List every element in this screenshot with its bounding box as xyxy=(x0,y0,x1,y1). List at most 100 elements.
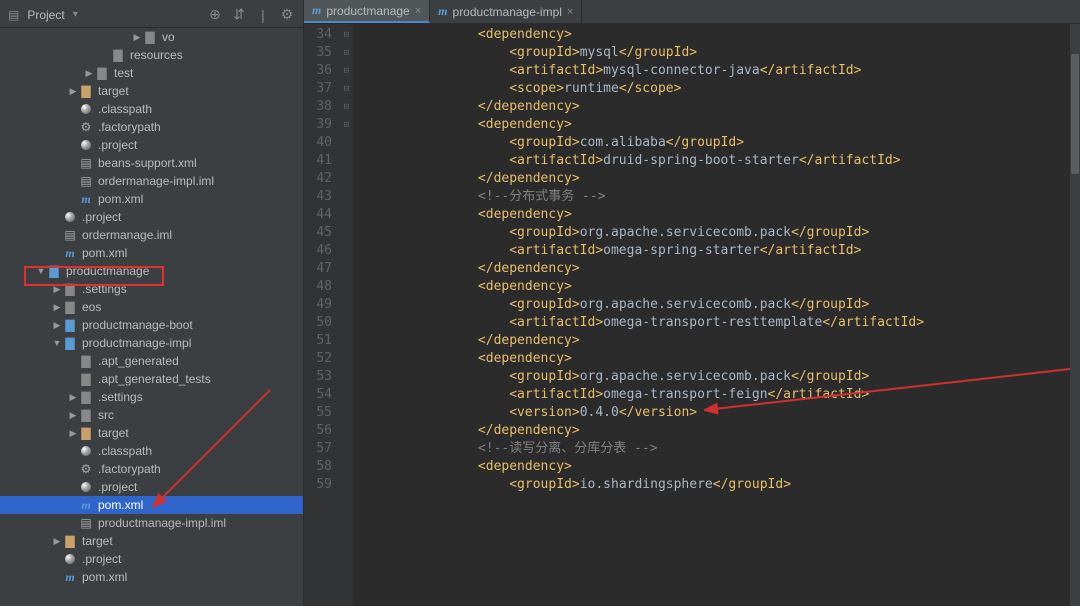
tree-label: .project xyxy=(82,552,121,566)
tree-arrow[interactable]: ▶ xyxy=(52,284,62,295)
tree-item-pom-xml[interactable]: mpom.xml xyxy=(0,190,303,208)
tree-label: .project xyxy=(82,210,121,224)
tree-icon: m xyxy=(62,570,78,585)
tree-item-pom-xml[interactable]: mpom.xml xyxy=(0,568,303,586)
tree-item--classpath[interactable]: .classpath xyxy=(0,100,303,118)
tree-item--classpath[interactable]: .classpath xyxy=(0,442,303,460)
folder-icon: ▤ xyxy=(8,8,19,22)
tree-arrow[interactable]: ▶ xyxy=(52,320,62,331)
tree-arrow[interactable]: ▶ xyxy=(68,410,78,421)
tree-icon: ▇ xyxy=(62,300,78,314)
code-editor[interactable]: 3435363738394041424344454647484950515253… xyxy=(304,24,1080,606)
tree-label: ordermanage-impl.iml xyxy=(98,174,214,188)
tree-item-eos[interactable]: ▶▇eos xyxy=(0,298,303,316)
tree-icon: m xyxy=(62,246,78,261)
tree-item-test[interactable]: ▶▇test xyxy=(0,64,303,82)
code-content[interactable]: <dependency> <groupId>mysql</groupId> <a… xyxy=(354,24,1080,606)
tree-label: target xyxy=(98,426,129,440)
tree-label: target xyxy=(82,534,113,548)
tree-item--factorypath[interactable]: ⚙.factorypath xyxy=(0,460,303,478)
editor-tab-productmanage[interactable]: mproductmanage× xyxy=(304,0,430,23)
tree-item-target[interactable]: ▶▇ target xyxy=(0,532,303,550)
tree-item--project[interactable]: .project xyxy=(0,136,303,154)
tree-arrow[interactable]: ▶ xyxy=(68,86,78,97)
tree-icon: ▇ xyxy=(78,354,94,368)
tree-item--project[interactable]: .project xyxy=(0,478,303,496)
tree-item-target[interactable]: ▶▇target xyxy=(0,82,303,100)
tree-item--settings[interactable]: ▶▇.settings xyxy=(0,280,303,298)
chevron-down-icon: ▾ xyxy=(73,9,78,20)
tree-item--apt-generated-tests[interactable]: ▇.apt_generated_tests xyxy=(0,370,303,388)
tree-label: target xyxy=(98,84,129,98)
maven-icon: m xyxy=(438,4,447,19)
tree-item-pom-xml[interactable]: mpom.xml xyxy=(0,496,303,514)
tree-arrow[interactable]: ▶ xyxy=(52,536,62,547)
tree-item-target[interactable]: ▶▇ target xyxy=(0,424,303,442)
tree-item--settings[interactable]: ▶▇.settings xyxy=(0,388,303,406)
tree-icon: m xyxy=(78,498,94,513)
line-gutter: 3435363738394041424344454647484950515253… xyxy=(304,24,340,606)
tree-label: .apt_generated xyxy=(98,354,179,368)
tree-icon xyxy=(62,212,78,222)
editor-tab-productmanage-impl[interactable]: m productmanage-impl × xyxy=(430,0,582,23)
tree-item-productmanage-boot[interactable]: ▶▇productmanage-boot xyxy=(0,316,303,334)
tree-icon: ▇ xyxy=(62,318,78,332)
tree-label: src xyxy=(98,408,114,422)
divider: | xyxy=(255,7,271,23)
tree-label: .project xyxy=(98,480,137,494)
tree-item-ordermanage-iml[interactable]: ▤ ordermanage.iml xyxy=(0,226,303,244)
project-dropdown[interactable]: Project xyxy=(27,8,64,22)
tree-icon: ▤ xyxy=(78,174,94,188)
tree-arrow[interactable]: ▶ xyxy=(52,302,62,313)
tree-icon: ▇ xyxy=(62,534,78,548)
tree-label: productmanage-impl.iml xyxy=(98,516,226,530)
tree-item--factorypath[interactable]: ⚙.factorypath xyxy=(0,118,303,136)
tree-item--project[interactable]: .project xyxy=(0,208,303,226)
tree-icon: ▇ xyxy=(78,426,94,440)
tree-icon: ▇ xyxy=(110,48,126,62)
tree-icon: ▤ xyxy=(62,228,78,242)
tree-label: productmanage-impl xyxy=(82,336,191,350)
tree-icon: ▇ xyxy=(62,282,78,296)
tree-label: .project xyxy=(98,138,137,152)
tree-label: .apt_generated_tests xyxy=(98,372,211,386)
editor-scrollbar[interactable] xyxy=(1070,24,1080,606)
tree-label: ordermanage.iml xyxy=(82,228,172,242)
tree-arrow[interactable]: ▶ xyxy=(68,428,78,439)
tree-item--apt-generated[interactable]: ▇ .apt_generated xyxy=(0,352,303,370)
tab-label: productmanage-impl xyxy=(453,5,562,19)
gear-icon[interactable]: ⚙ xyxy=(279,7,295,23)
tree-arrow[interactable]: ▼ xyxy=(52,338,62,348)
tree-icon xyxy=(62,554,78,564)
tree-item-beans-support-xml[interactable]: ▤beans-support.xml xyxy=(0,154,303,172)
tree-icon xyxy=(78,446,94,456)
fold-column[interactable]: ⊟⊟⊟⊟⊟⊟ xyxy=(340,24,354,606)
tree-item-ordermanage-impl-iml[interactable]: ▤ ordermanage-impl.iml xyxy=(0,172,303,190)
tree-icon xyxy=(78,482,94,492)
tree-item-resources[interactable]: ▇resources xyxy=(0,46,303,64)
tab-label: productmanage xyxy=(326,4,409,18)
tree-label: .factorypath xyxy=(98,120,161,134)
tree-arrow[interactable]: ▶ xyxy=(68,392,78,403)
tree-icon xyxy=(78,140,94,150)
close-icon[interactable]: × xyxy=(567,6,573,18)
close-icon[interactable]: × xyxy=(415,5,421,17)
tree-item-productmanage-impl-iml[interactable]: ▤ productmanage-impl.iml xyxy=(0,514,303,532)
tree-icon: ▤ xyxy=(78,516,94,530)
tree-icon: ▇ xyxy=(94,66,110,80)
tree-label: vo xyxy=(162,30,175,44)
tree-arrow[interactable]: ▶ xyxy=(132,32,142,43)
collapse-icon[interactable]: ⇵ xyxy=(231,7,247,23)
tree-item-productmanage[interactable]: ▼▇productmanage xyxy=(0,262,303,280)
tree-item-productmanage-impl[interactable]: ▼▇ productmanage-impl xyxy=(0,334,303,352)
tree-arrow[interactable]: ▼ xyxy=(36,266,46,276)
tree-item-pom-xml[interactable]: mpom.xml xyxy=(0,244,303,262)
tree-item-src[interactable]: ▶▇src xyxy=(0,406,303,424)
tree-icon: m xyxy=(78,192,94,207)
tree-icon: ▇ xyxy=(62,336,78,350)
locate-icon[interactable]: ⊕ xyxy=(207,7,223,23)
tree-arrow[interactable]: ▶ xyxy=(84,68,94,79)
project-panel[interactable]: ▤ Project ▾ ⊕ ⇵ | ⚙ ▶▇vo▇resources▶▇test… xyxy=(0,0,304,606)
tree-item-vo[interactable]: ▶▇vo xyxy=(0,28,303,46)
tree-item--project[interactable]: .project xyxy=(0,550,303,568)
